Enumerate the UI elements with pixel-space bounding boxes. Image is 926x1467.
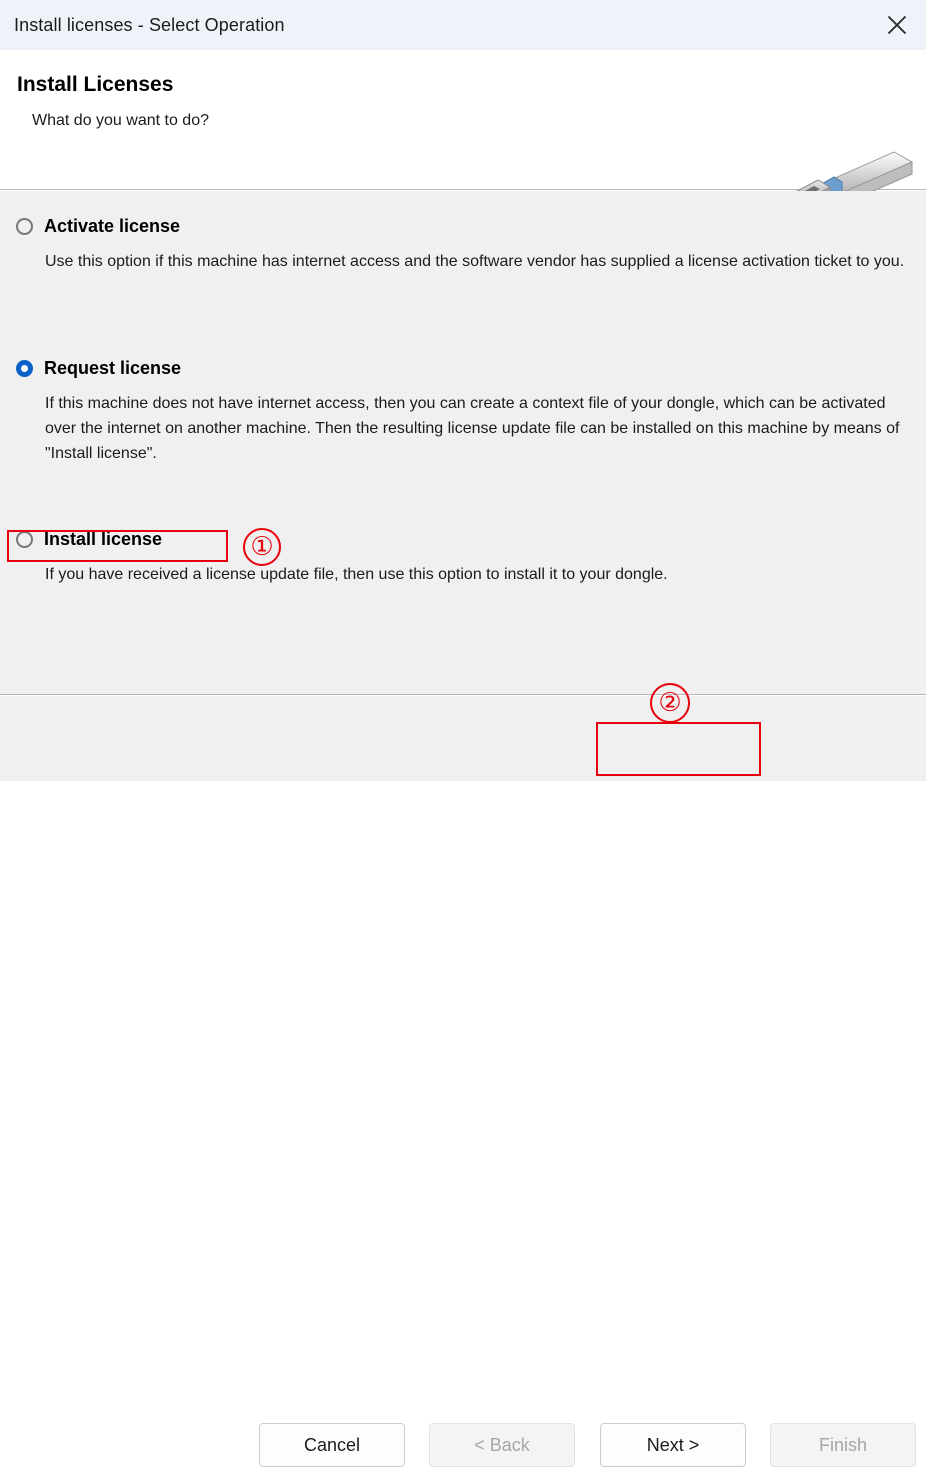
finish-button: Finish <box>770 1423 916 1467</box>
option-request-license-description: If this machine does not have internet a… <box>45 395 900 462</box>
radio-activate-license[interactable] <box>16 218 33 235</box>
option-activate-license-description: Use this option if this machine has inte… <box>45 253 905 270</box>
wizard-footer: Cancel < Back Next > Finish <box>0 696 926 1467</box>
option-request-license-header[interactable]: Request license <box>0 355 926 387</box>
page-title: Install Licenses <box>17 73 174 96</box>
wizard-header: Install Licenses What do you want to do? <box>0 50 926 221</box>
options-panel: Activate license Use this option if this… <box>0 191 926 695</box>
option-install-license[interactable]: Install license If you have received a l… <box>0 526 926 583</box>
window-title: Install licenses - Select Operation <box>14 14 285 35</box>
option-activate-license-label[interactable]: Activate license <box>44 213 180 239</box>
option-request-license-label[interactable]: Request license <box>44 355 181 381</box>
back-button: < Back <box>429 1423 575 1467</box>
option-activate-license[interactable]: Activate license Use this option if this… <box>0 213 926 270</box>
option-install-license-description: If you have received a license update fi… <box>45 566 668 583</box>
next-button[interactable]: Next > <box>600 1423 746 1467</box>
page-subtitle: What do you want to do? <box>32 112 209 129</box>
option-activate-license-header[interactable]: Activate license <box>0 213 926 245</box>
close-icon <box>886 14 908 36</box>
option-install-license-header[interactable]: Install license <box>0 526 926 558</box>
option-install-license-label[interactable]: Install license <box>44 526 162 552</box>
window-title-bar: Install licenses - Select Operation <box>0 0 926 50</box>
cancel-button[interactable]: Cancel <box>259 1423 405 1467</box>
radio-install-license[interactable] <box>16 531 33 548</box>
radio-request-license[interactable] <box>16 360 33 377</box>
option-request-license[interactable]: Request license If this machine does not… <box>0 355 926 462</box>
close-button[interactable] <box>868 0 926 50</box>
